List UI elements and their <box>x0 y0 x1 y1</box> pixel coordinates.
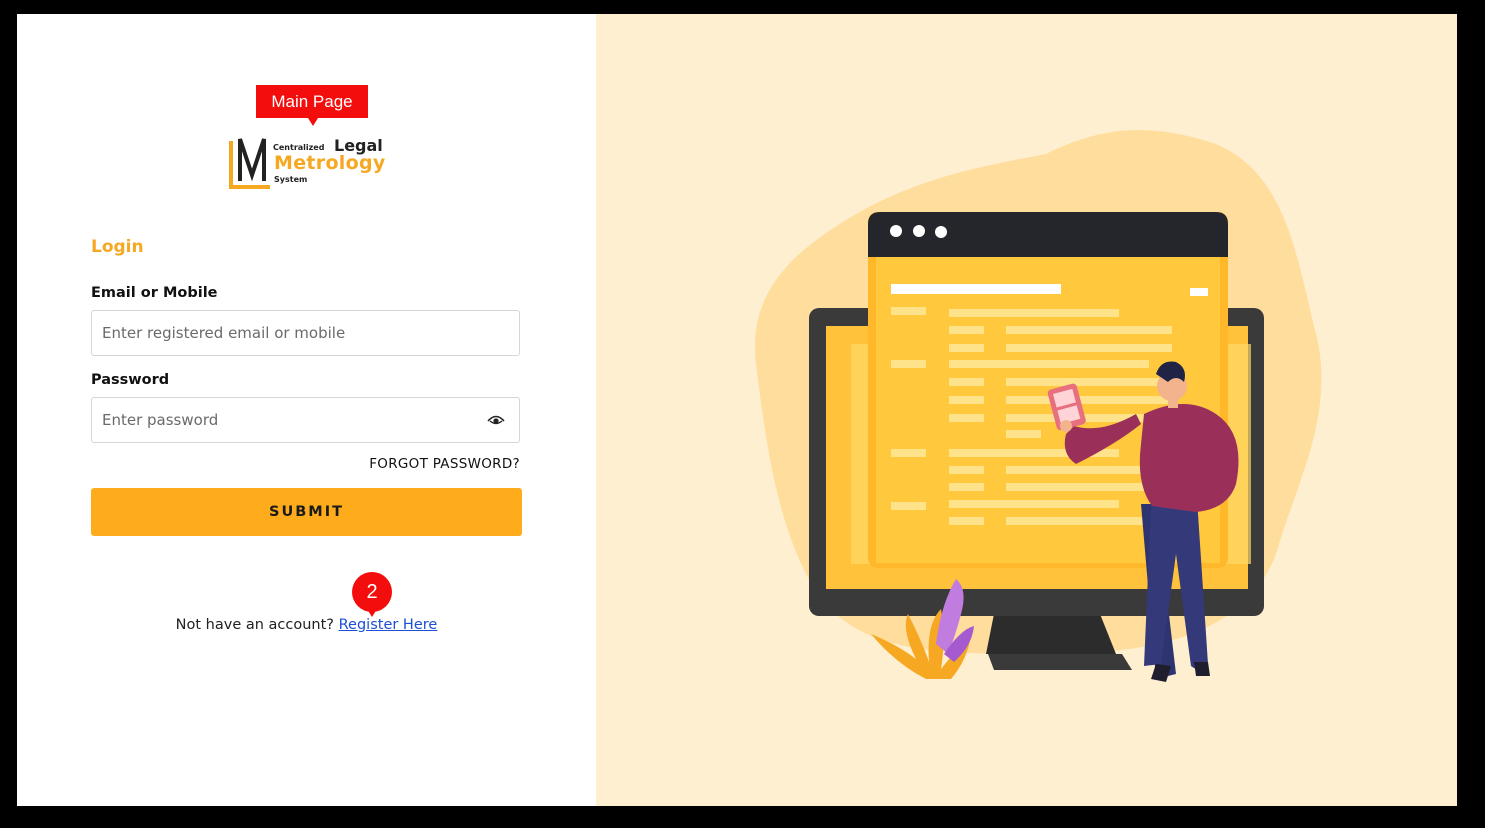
forgot-password-link[interactable]: FORGOT PASSWORD? <box>369 456 520 472</box>
submit-button[interactable]: SUBMIT <box>91 488 522 536</box>
email-field-box <box>91 310 520 356</box>
logo-word-system: System <box>274 175 308 184</box>
person-at-monitor-illustration <box>754 130 1322 682</box>
register-here-link[interactable]: Register Here <box>339 617 438 633</box>
logo-mark-icon <box>229 138 270 189</box>
password-label: Password <box>91 372 170 388</box>
logo-word-metrology: Metrology <box>274 152 386 174</box>
register-prompt-text: Not have an account? <box>175 617 335 633</box>
password-input[interactable] <box>92 398 482 442</box>
badge-pointer <box>367 609 377 617</box>
login-window: Main Page Centralized Legal Metrology Sy… <box>17 14 1457 806</box>
password-field-box <box>91 397 520 443</box>
eye-icon[interactable] <box>487 413 505 427</box>
illustration-panel <box>596 14 1457 806</box>
register-prompt-line: Not have an account? Register Here <box>17 617 596 633</box>
main-page-annotation: Main Page <box>256 85 368 118</box>
email-input[interactable] <box>92 311 482 355</box>
login-panel: Main Page Centralized Legal Metrology Sy… <box>17 14 596 806</box>
annotation-pointer <box>308 118 318 126</box>
logo-word-centralized: Centralized <box>273 143 325 152</box>
app-logo[interactable]: Centralized Legal Metrology System <box>228 135 388 190</box>
step-number-badge: 2 <box>352 572 392 612</box>
email-label: Email or Mobile <box>91 285 218 301</box>
login-heading: Login <box>91 237 144 257</box>
